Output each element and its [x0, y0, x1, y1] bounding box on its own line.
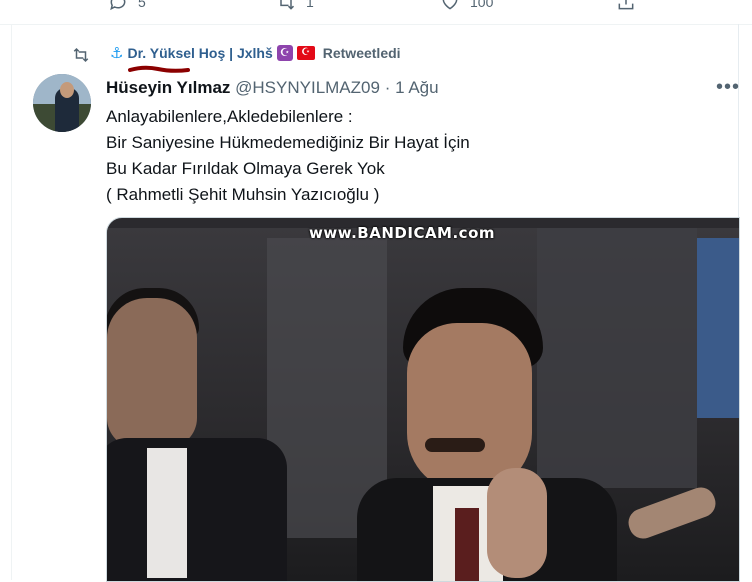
- reply-action[interactable]: 5: [108, 0, 146, 12]
- retweet-context[interactable]: ⚓ Dr. Yüksel Hoş | Jxlhš ☪ ☪ Retweetledi: [110, 44, 401, 62]
- previous-tweet-actions: 5 1 100: [0, 0, 752, 25]
- retweet-label: Retweetledi: [322, 45, 401, 61]
- video-watermark: www.BANDICAM.com: [309, 224, 496, 242]
- reply-count: 5: [138, 0, 146, 10]
- author-handle[interactable]: @HSYNYILMAZ09: [235, 78, 380, 97]
- tweet-line: Bir Saniyesine Hükmedemediğiniz Bir Haya…: [106, 133, 470, 152]
- timeline-left-border: [11, 24, 12, 580]
- like-count: 100: [470, 0, 494, 10]
- tweet-line: Bu Kadar Fırıldak Olmaya Gerek Yok: [106, 159, 385, 178]
- share-action[interactable]: [616, 0, 636, 12]
- retweet-action[interactable]: 1: [276, 0, 314, 12]
- separator: ·: [384, 78, 391, 97]
- reply-icon: [110, 0, 126, 11]
- tweet-header: Hüseyin Yılmaz @HSYNYILMAZ09 · 1 Ağu: [106, 78, 439, 98]
- retweet-count: 1: [306, 0, 314, 10]
- author-name[interactable]: Hüseyin Yılmaz: [106, 78, 230, 97]
- tweet-line: Anlayabilenlere,Akledebilenlere :: [106, 107, 353, 126]
- avatar[interactable]: [33, 74, 91, 132]
- like-action[interactable]: 100: [440, 0, 493, 12]
- turkish-flag-icon: ☪: [296, 46, 315, 60]
- tweet-line: ( Rahmetli Şehit Muhsin Yazıcıoğlu ): [106, 185, 380, 204]
- red-underline-mark: [128, 65, 190, 73]
- tweet-date[interactable]: 1 Ağu: [395, 78, 439, 97]
- like-icon: [442, 0, 458, 10]
- tweet-text: Anlayabilenlere,Akledebilenlere : Bir Sa…: [106, 104, 470, 208]
- retweeter-name[interactable]: Dr. Yüksel Hoş | Jxlhš: [127, 45, 272, 61]
- retweet-icon: [280, 0, 295, 10]
- retweet-icon: [73, 47, 89, 63]
- more-icon[interactable]: •••: [716, 76, 740, 99]
- tweet-video[interactable]: www.BANDICAM.com: [106, 217, 740, 582]
- share-icon: [618, 0, 634, 10]
- crescent-icon: ☪: [276, 45, 293, 61]
- anchor-icon: ⚓: [110, 45, 124, 62]
